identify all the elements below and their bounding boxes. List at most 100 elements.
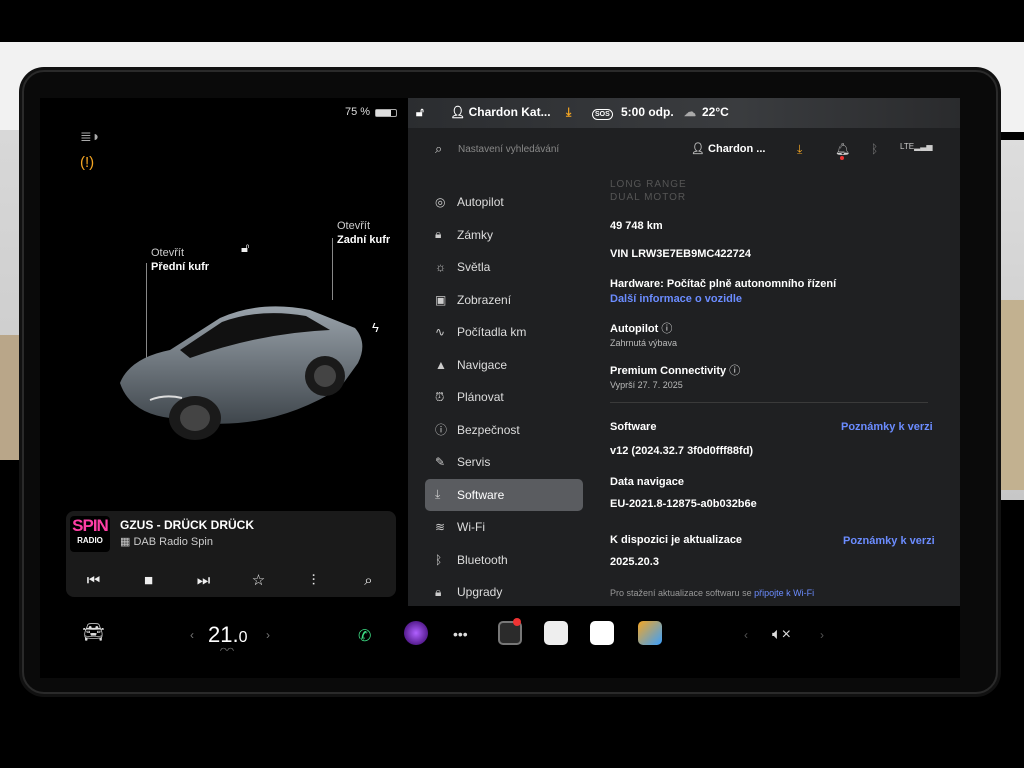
sidebar-item-wi-fi[interactable]: ≋ Wi-Fi <box>425 511 583 544</box>
sidebar-item-label: Navigace <box>457 357 508 372</box>
car-model-image <box>110 288 370 458</box>
charge-port-icon[interactable]: ϟ <box>372 320 379 335</box>
sos-button[interactable]: SOS <box>592 109 613 120</box>
sidebar-item-světla[interactable]: ☼ Světla <box>425 251 583 284</box>
bluetooth-status-icon: ᛒ <box>871 142 879 156</box>
media-player: SPIN RADIO GZUS - DRÜCK DRÜCK ▦ DAB Radi… <box>66 511 396 597</box>
media-controls: ⏮ ■ ⏭ ☆ ⫶ ⌕ <box>66 565 396 595</box>
nav-data-label: Data navigace <box>610 476 684 488</box>
trip-icon: ∿ <box>435 325 446 340</box>
dashcam-badge <box>513 618 521 626</box>
software-version: v12 (2024.32.7 3f0d0fff88fd) <box>610 445 754 457</box>
release-notes-link[interactable]: Poznámky k verzi <box>841 421 933 433</box>
weather-icon: ☁ <box>684 105 696 119</box>
bluetooth-icon: ᛒ <box>435 552 443 567</box>
light-icon: ☼ <box>435 260 446 275</box>
stop-icon[interactable]: ■ <box>137 570 161 590</box>
sidebar-item-label: Světla <box>457 260 491 275</box>
spin-radio-logo: SPIN RADIO <box>70 516 110 552</box>
sidebar-item-plánovat[interactable]: ⏰︎ Plánovat <box>425 381 583 414</box>
model-variant-line1: LONG RANGE <box>610 179 687 190</box>
media-search-icon[interactable]: ⌕ <box>357 570 381 590</box>
cabin-temperature[interactable]: 21.0 <box>208 622 248 648</box>
favorite-star-icon[interactable]: ☆ <box>247 570 271 590</box>
sidebar-item-navigace[interactable]: ▲ Navigace <box>425 349 583 382</box>
profile-button[interactable]: 👤︎ Chardon Kat... <box>450 105 551 119</box>
notification-bell-icon[interactable]: 🔔︎ <box>835 142 850 156</box>
tire-pressure-warning-icon: (!) <box>80 154 95 171</box>
unlock-icon[interactable]: 🔓︎ <box>241 240 249 256</box>
camera-app-icon[interactable] <box>404 621 428 645</box>
wrench-icon: ✎ <box>435 455 446 470</box>
download-icon: ⤓ <box>435 487 441 502</box>
info-icon[interactable]: ⓘ <box>661 323 672 335</box>
settings-search-input[interactable]: Nastavení vyhledávání <box>458 144 559 155</box>
update-available-label: K dispozici je aktualizace <box>610 534 743 546</box>
more-apps-icon[interactable]: ••• <box>453 626 468 642</box>
sidebar-item-bluetooth[interactable]: ᛒ Bluetooth <box>425 544 583 577</box>
calendar-app-icon[interactable] <box>590 621 614 645</box>
manual-app-icon[interactable] <box>544 621 568 645</box>
connect-wifi-link[interactable]: připojte k Wi-Fi <box>754 588 814 598</box>
sidebar-item-autopilot[interactable]: ◎ Autopilot <box>425 186 583 219</box>
lock-status-icon[interactable]: 🔓︎ <box>416 105 424 120</box>
more-info-link[interactable]: Další informace o vozidle <box>610 293 742 305</box>
battery-icon <box>375 109 397 117</box>
sidebar-item-label: Upgrady <box>457 585 503 600</box>
sidebar-item-zámky[interactable]: 🔒︎ Zámky <box>425 219 583 252</box>
odometer: 49 748 km <box>610 220 663 232</box>
search-icon[interactable]: ⌕ <box>435 141 442 157</box>
temp-up-chevron-icon[interactable]: › <box>266 628 270 642</box>
front-trunk-label[interactable]: Otevřít Přední kufr <box>151 246 209 274</box>
premium-expiry: Vyprší 27. 7. 2025 <box>610 380 683 390</box>
battery-percent: 75 % <box>345 106 371 118</box>
track-title: GZUS - DRÜCK DRÜCK <box>120 518 254 532</box>
autopilot-info: Autopilot ⓘ <box>610 323 673 335</box>
display-icon: ▣ <box>435 292 447 307</box>
phone-icon[interactable]: ✆ <box>358 626 371 646</box>
lock-icon: 🔒︎ <box>435 227 442 242</box>
steering-wheel-icon: ◎ <box>435 195 446 210</box>
wifi-icon: ≋ <box>435 520 446 535</box>
nav-data-version: EU-2021.8-12875-a0b032b6e <box>610 498 757 510</box>
previous-track-icon[interactable]: ⏮ <box>82 570 106 590</box>
sidebar-item-label: Počítadla km <box>457 325 527 340</box>
user-icon: 👤︎ <box>691 143 709 155</box>
hardware-info: Hardware: Počítač plně autonomního řízen… <box>610 278 837 290</box>
radio-icon: ▦ <box>120 536 134 548</box>
settings-panel: 🔓︎ 👤︎ Chardon Kat... ⤓ SOS 5:00 odp. ☁ 2… <box>408 98 960 606</box>
vin: VIN LRW3E7EB9MC422724 <box>610 248 752 260</box>
sidebar-item-label: Bezpečnost <box>457 422 520 437</box>
volume-down-chevron-icon[interactable]: ‹ <box>744 628 748 642</box>
next-track-icon[interactable]: ⏭ <box>192 570 216 590</box>
volume-up-chevron-icon[interactable]: › <box>820 628 824 642</box>
software-details: LONG RANGE DUAL MOTOR 49 748 km VIN LRW3… <box>610 178 940 598</box>
model-variant-line2: DUAL MOTOR <box>610 192 687 203</box>
temp-down-chevron-icon[interactable]: ‹ <box>190 628 194 642</box>
download-icon[interactable]: ⤓ <box>566 105 571 120</box>
rear-trunk-label[interactable]: Otevřít Zadní kufr <box>337 219 390 247</box>
toybox-app-icon[interactable] <box>638 621 662 645</box>
seat-heater-icon[interactable]: ◠◠ <box>220 646 234 655</box>
info-icon[interactable]: ⓘ <box>729 365 740 377</box>
premium-connectivity: Premium Connectivity ⓘ <box>610 365 741 377</box>
update-release-notes-link[interactable]: Poznámky k verzi <box>843 535 935 547</box>
mute-volume-icon[interactable]: 🔈︎× <box>772 626 791 644</box>
sidebar-item-počítadla-km[interactable]: ∿ Počítadla km <box>425 316 583 349</box>
download-update-icon[interactable]: ⤓ <box>797 142 802 157</box>
car-icon[interactable]: 🚘︎ <box>82 622 105 643</box>
sidebar-item-upgrady[interactable]: 🔒︎ Upgrady <box>425 576 583 609</box>
sidebar-item-label: Zámky <box>457 227 493 242</box>
sidebar-item-software[interactable]: ⤓ Software <box>425 478 583 511</box>
photo-top-border <box>0 0 1024 42</box>
settings-user-button[interactable]: 👤︎ Chardon ... <box>691 142 765 155</box>
equalizer-icon[interactable]: ⫶ <box>302 570 326 590</box>
upgrade-lock-icon: 🔒︎ <box>435 584 442 599</box>
outside-temperature: 22°C <box>702 105 729 119</box>
sidebar-item-servis[interactable]: ✎ Servis <box>425 446 583 479</box>
user-icon: 👤︎ <box>450 105 469 119</box>
sidebar-item-bezpečnost[interactable]: ⓘ Bezpečnost <box>425 414 583 447</box>
sidebar-item-label: Bluetooth <box>457 552 508 567</box>
sidebar-item-zobrazení[interactable]: ▣ Zobrazení <box>425 284 583 317</box>
headlight-icon: ≣◗ <box>80 128 101 144</box>
